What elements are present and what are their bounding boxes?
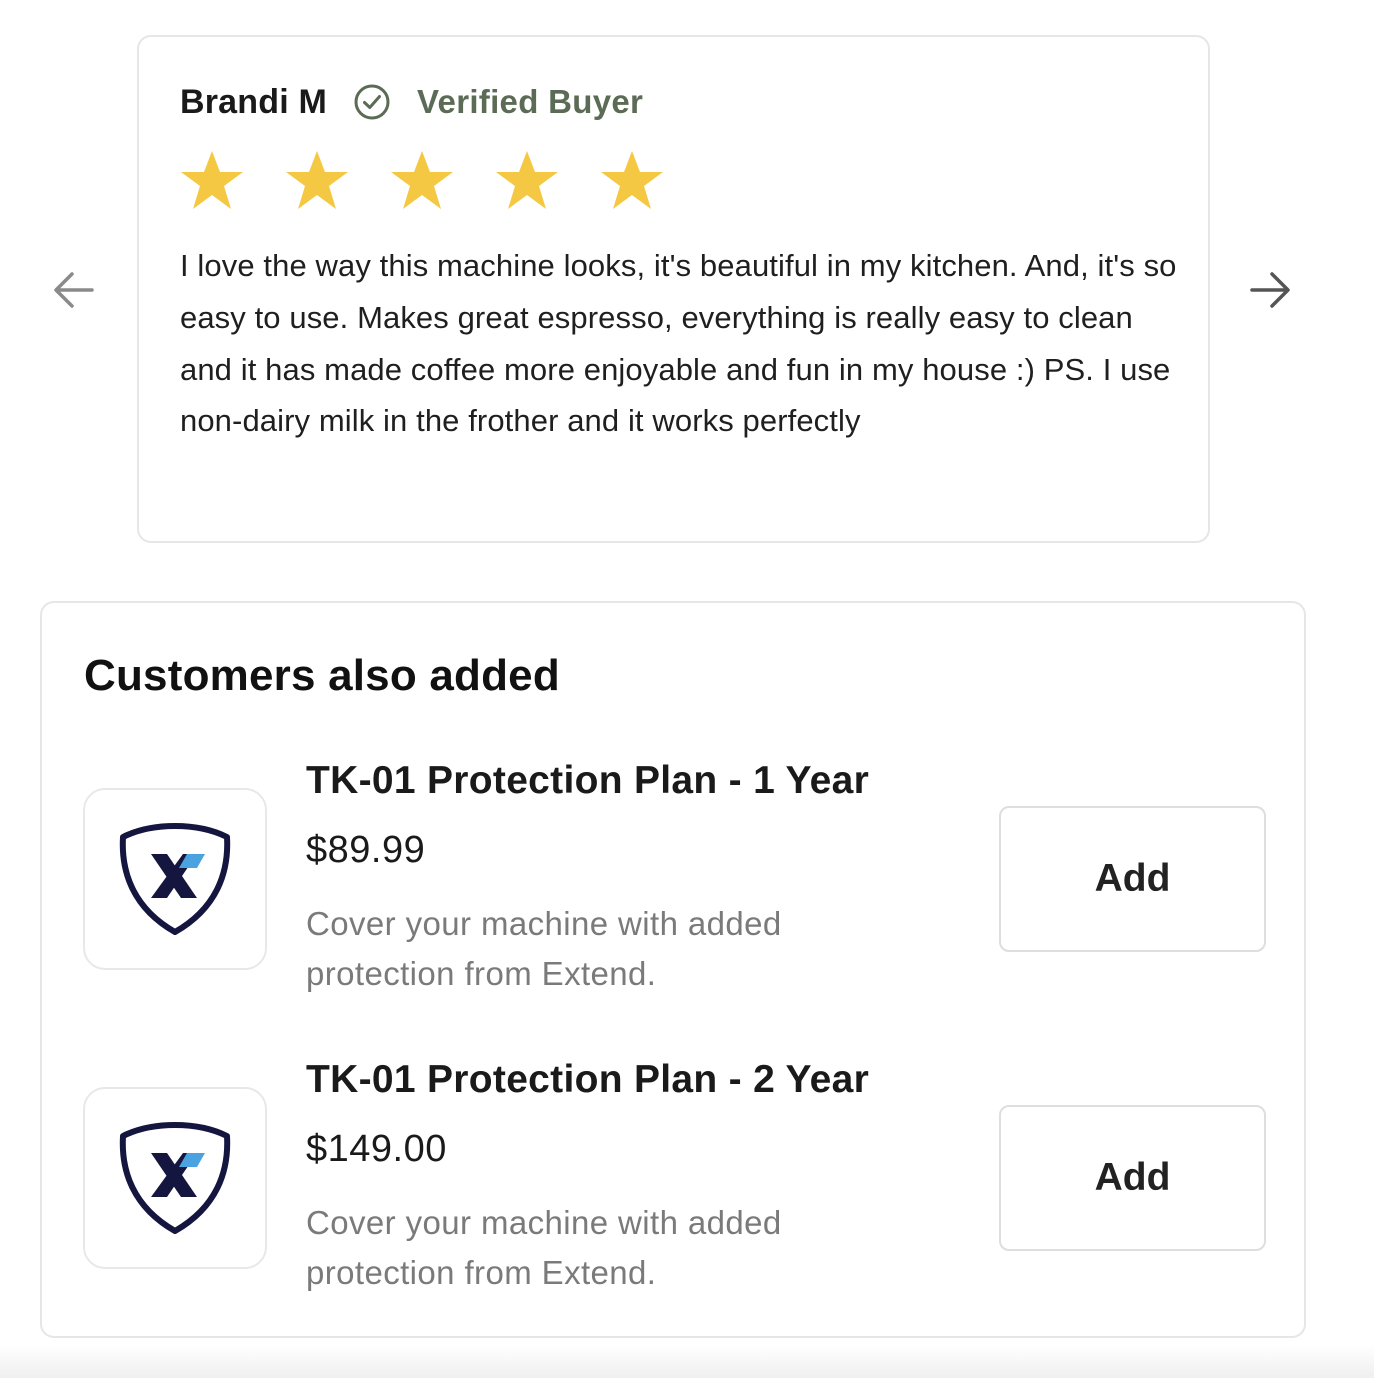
product-description: Cover your machine with added protection…	[306, 905, 782, 992]
arrow-right-icon	[1250, 272, 1290, 308]
product-thumbnail	[83, 1087, 267, 1269]
star-icon	[180, 149, 244, 213]
product-item: TK-01 Protection Plan - 2 Year $149.00 C…	[42, 1052, 1304, 1312]
product-name[interactable]: TK-01 Protection Plan - 1 Year	[306, 759, 869, 803]
add-button[interactable]: Add	[999, 806, 1266, 952]
product-name[interactable]: TK-01 Protection Plan - 2 Year	[306, 1058, 869, 1102]
verified-buyer-label: Verified Buyer	[417, 83, 644, 120]
star-icon	[390, 149, 454, 213]
star-icon	[495, 149, 559, 213]
product-item: TK-01 Protection Plan - 1 Year $89.99 Co…	[42, 753, 1304, 1013]
extend-shield-logo-icon	[119, 823, 231, 935]
add-button[interactable]: Add	[999, 1105, 1266, 1251]
page-bottom-shadow	[0, 1345, 1374, 1378]
page: Brandi M Verified Buyer I love the way t…	[0, 0, 1374, 1378]
star-icon	[285, 149, 349, 213]
product-price: $149.00	[306, 1128, 447, 1170]
star-rating	[180, 149, 1168, 213]
reviewer-name: Brandi M	[180, 82, 328, 121]
arrow-left-icon	[54, 272, 94, 308]
section-title: Customers also added	[84, 651, 560, 700]
review-card: Brandi M Verified Buyer I love the way t…	[137, 35, 1210, 543]
extend-shield-logo-icon	[119, 1122, 231, 1234]
product-thumbnail	[83, 788, 267, 970]
reviewer-row: Brandi M Verified Buyer	[180, 82, 1168, 121]
review-text: I love the way this machine looks, it's …	[180, 248, 1177, 439]
product-description: Cover your machine with added protection…	[306, 1204, 782, 1291]
previous-review-button[interactable]	[48, 262, 100, 314]
customers-also-added-section: Customers also added TK-01 Protection Pl…	[40, 601, 1306, 1338]
check-circle-icon	[353, 83, 391, 121]
star-icon	[600, 149, 664, 213]
next-review-button[interactable]	[1244, 262, 1296, 314]
product-price: $89.99	[306, 829, 426, 871]
